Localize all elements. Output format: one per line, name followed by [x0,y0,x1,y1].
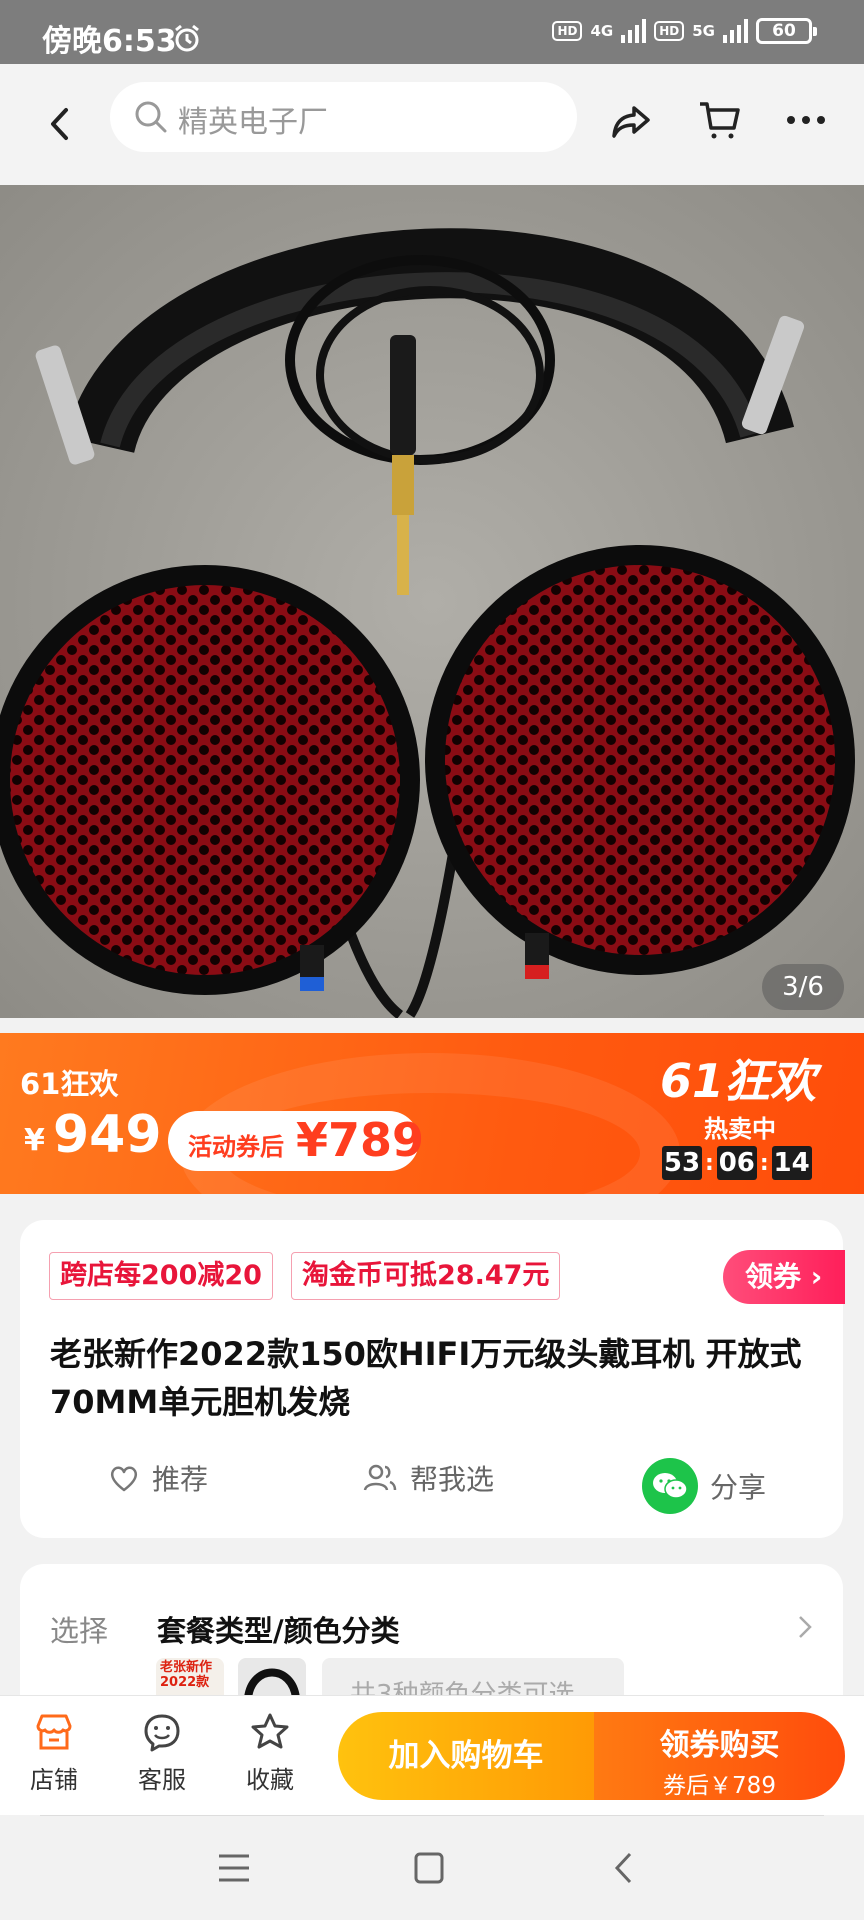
network-4g: 4G [590,22,614,40]
status-bar: 傍晚6:53 HD 4G HD 5G 60 [0,0,864,64]
sku-selector[interactable]: 选择 套餐类型/颜色分类 老张新作 2022款 共3种颜色分类可选 [20,1564,843,1704]
coupon-tag-coins[interactable]: 淘金币可抵28.47元 [291,1252,561,1300]
add-to-cart-button[interactable]: 加入购物车 [338,1712,594,1800]
timer-seconds: 14 [771,1146,812,1180]
bottom-action-bar: 店铺 客服 收藏 加入购物车 领券购买 券后￥789 [0,1695,864,1815]
share-label: 分享 [710,1471,767,1504]
people-icon [363,1464,397,1491]
product-info-card: 跨店每200减20 淘金币可抵28.47元 领券 › 老张新作2022款150欧… [20,1220,845,1538]
search-icon [135,101,167,133]
wechat-icon [642,1458,698,1514]
buy-label: 领券购买 [659,1728,780,1763]
menu-icon[interactable] [216,1851,252,1885]
select-label: 选择 [50,1614,109,1648]
coupon-price-pill: 活动券后 ¥789 [168,1111,424,1171]
signal-icon [621,19,647,43]
system-nav-bar [0,1815,864,1920]
price-currency: ¥ [24,1123,45,1158]
more-icon[interactable] [782,96,830,144]
favorite-button[interactable]: 收藏 [230,1710,310,1795]
help-choose-label: 帮我选 [410,1463,495,1496]
hot-sale-label: 热卖中 [704,1115,776,1143]
product-title: 老张新作2022款150欧HIFI万元级头戴耳机 开放式70MM单元胆机发烧 [50,1335,802,1421]
battery-icon: 60 [756,18,817,44]
recommend-label: 推荐 [152,1463,209,1496]
share-icon[interactable] [608,96,656,144]
promo-tag: 61狂欢 [20,1067,119,1101]
timer-hours: 53 [662,1146,702,1180]
image-counter: 3/6 [762,964,844,1010]
signal-icon-2 [723,19,748,43]
help-choose-button[interactable]: 帮我选 [362,1458,494,1498]
headphones-image [0,185,864,1018]
heart-icon [110,1466,138,1492]
search-text: 精英电子厂 [178,105,328,140]
price: 949 [53,1105,162,1165]
buy-sublabel: 券后￥789 [663,1773,776,1799]
countdown-timer: 53 : 06 : 14 [662,1146,812,1180]
back-icon[interactable] [40,100,80,148]
festival-logo: 61狂欢 [659,1054,816,1108]
network-5g: 5G [692,22,715,40]
hd-badge-2: HD [654,21,685,41]
store-icon [36,1714,72,1750]
chevron-right-icon [799,1616,812,1638]
share-button[interactable]: 分享 [642,1458,766,1514]
product-actions: 推荐 帮我选 分享 [20,1450,843,1520]
back-nav-icon[interactable] [612,1851,636,1885]
promo-banner: 61狂欢 ¥ 949 活动券后 ¥789 61狂欢 热卖中 53 : 06 : … [0,1033,864,1194]
home-icon[interactable] [413,1851,445,1885]
get-coupon-button[interactable]: 领券 › [723,1250,845,1304]
buy-with-coupon-button[interactable]: 领券购买 券后￥789 [594,1712,845,1800]
customer-service-button[interactable]: 客服 [122,1710,202,1795]
timer-minutes: 06 [716,1146,757,1180]
select-value: 套餐类型/颜色分类 [157,1614,400,1648]
product-image[interactable]: 3/6 [0,185,864,1018]
search-input[interactable]: 精英电子厂 [110,82,577,152]
recommend-button[interactable]: 推荐 [108,1458,208,1498]
status-time: 傍晚6:53 [42,24,177,59]
favorite-label: 收藏 [246,1766,294,1794]
service-icon [144,1714,180,1752]
store-label: 店铺 [30,1766,78,1794]
cart-icon[interactable] [696,96,744,144]
service-label: 客服 [138,1766,186,1794]
star-icon [251,1713,289,1749]
alarm-icon [175,24,199,52]
hd-badge: HD [552,21,583,41]
variant-thumb-text: 老张新作 2022款 [160,1660,213,1690]
top-nav: 精英电子厂 [0,64,864,185]
coupon-tag-cross-store[interactable]: 跨店每200减20 [49,1252,273,1300]
coupon-price: ¥789 [296,1113,425,1167]
coupon-price-label: 活动券后 [188,1133,284,1161]
store-button[interactable]: 店铺 [14,1710,94,1795]
